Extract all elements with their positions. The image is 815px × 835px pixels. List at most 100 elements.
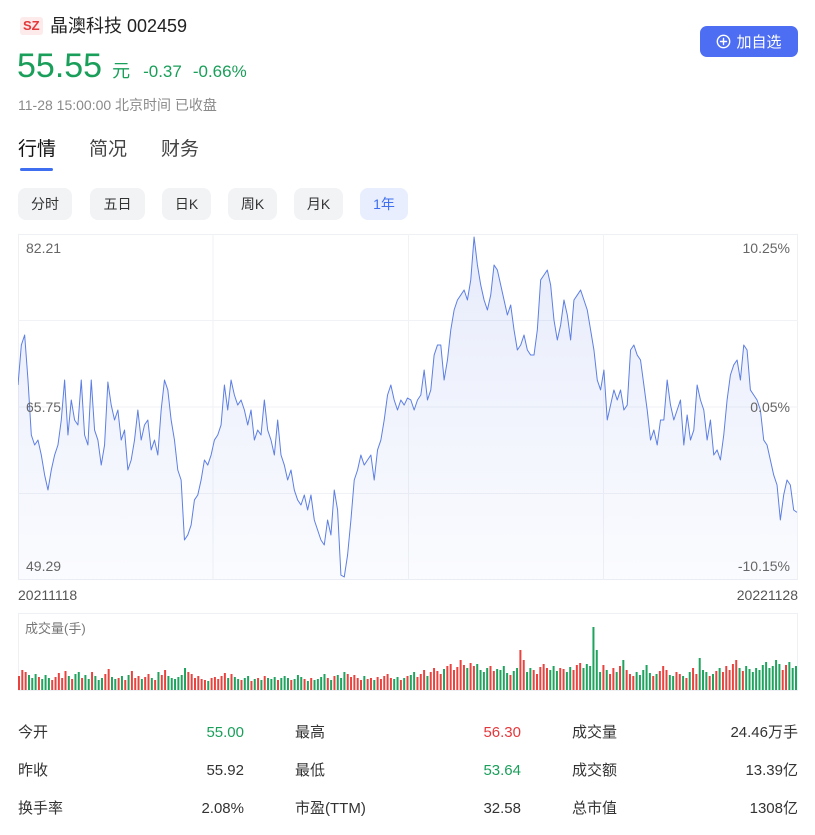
volume-bar bbox=[516, 668, 519, 690]
volume-bar bbox=[263, 676, 266, 690]
volume-bar bbox=[101, 678, 104, 690]
volume-bar bbox=[396, 677, 399, 690]
volume-bar bbox=[419, 674, 422, 690]
volume-bar bbox=[519, 650, 522, 690]
volume-bar bbox=[373, 680, 376, 690]
tab-financials[interactable]: 财务 bbox=[161, 137, 199, 163]
volume-bar bbox=[54, 677, 57, 690]
volume-bar bbox=[443, 669, 446, 690]
volume-bar bbox=[619, 666, 622, 690]
volume-bar bbox=[579, 663, 582, 690]
volume-bar bbox=[369, 678, 372, 690]
y-tick-label-left: 49.29 bbox=[26, 558, 62, 574]
volume-bar bbox=[526, 672, 529, 690]
stat-label: 最低 bbox=[295, 762, 326, 779]
volume-bar bbox=[94, 676, 97, 690]
price-change-percent: -0.66% bbox=[192, 62, 247, 81]
volume-bar bbox=[330, 680, 333, 690]
stat-low: 最低 53.64 bbox=[295, 762, 521, 780]
volume-bar bbox=[559, 668, 562, 690]
period-five-day-button[interactable]: 五日 bbox=[90, 188, 145, 220]
stat-label: 最高 bbox=[295, 724, 326, 741]
stat-value: 24.46万手 bbox=[730, 724, 798, 741]
volume-bar bbox=[662, 666, 665, 690]
volume-bar bbox=[154, 680, 157, 690]
volume-bar bbox=[655, 674, 658, 690]
volume-bar bbox=[715, 671, 718, 690]
volume-bar bbox=[731, 664, 734, 690]
volume-bar bbox=[622, 660, 625, 690]
volume-bar bbox=[51, 680, 54, 690]
volume-bar bbox=[44, 675, 47, 690]
stat-value: 55.00 bbox=[206, 724, 244, 741]
volume-bar bbox=[638, 675, 641, 690]
stat-value: 55.92 bbox=[206, 762, 244, 779]
volume-bar bbox=[625, 670, 628, 690]
volume-bar bbox=[240, 680, 243, 690]
quote-timestamp: 11-28 15:00:00 北京时间 已收盘 bbox=[18, 97, 217, 113]
volume-bar bbox=[552, 666, 555, 690]
volume-bar bbox=[167, 676, 170, 690]
period-weekly-k-button[interactable]: 周K bbox=[228, 188, 277, 220]
volume-bar bbox=[416, 677, 419, 690]
volume-bar bbox=[592, 627, 595, 690]
period-monthly-k-button[interactable]: 月K bbox=[294, 188, 343, 220]
volume-bar bbox=[350, 677, 353, 690]
volume-bar bbox=[230, 674, 233, 690]
stat-label: 今开 bbox=[18, 724, 49, 741]
volume-bar bbox=[336, 675, 339, 690]
volume-bar bbox=[366, 679, 369, 690]
stock-name: 晶澳科技 bbox=[50, 16, 122, 36]
volume-bar bbox=[190, 674, 193, 690]
add-to-watchlist-button[interactable]: 加自选 bbox=[700, 26, 798, 57]
volume-bar bbox=[765, 662, 768, 690]
y-tick-label-left: 82.21 bbox=[26, 240, 62, 256]
tab-overview[interactable]: 简况 bbox=[89, 137, 127, 163]
volume-bar bbox=[642, 670, 645, 690]
volume-bar bbox=[761, 665, 764, 690]
volume-bar bbox=[658, 671, 661, 690]
volume-bar bbox=[692, 668, 695, 690]
price-change: -0.37 bbox=[143, 62, 182, 81]
volume-bar bbox=[150, 678, 153, 690]
volume-bar bbox=[326, 678, 329, 690]
volume-bar bbox=[512, 671, 515, 690]
volume-bar bbox=[310, 678, 313, 690]
volume-bar bbox=[277, 680, 279, 690]
stat-pe-ttm: 市盈(TTM) 32.58 bbox=[295, 800, 521, 818]
volume-bar bbox=[213, 677, 216, 690]
volume-bar bbox=[539, 667, 542, 690]
volume-bar bbox=[104, 674, 107, 690]
volume-bar bbox=[27, 675, 30, 690]
period-one-year-button[interactable]: 1年 bbox=[360, 188, 408, 220]
volume-bar bbox=[164, 670, 167, 690]
stat-value: 1308亿 bbox=[749, 800, 798, 817]
period-intraday-button[interactable]: 分时 bbox=[18, 188, 72, 220]
volume-bar bbox=[273, 677, 276, 690]
volume-bar bbox=[353, 675, 356, 690]
volume-bar bbox=[253, 679, 256, 690]
price-chart[interactable] bbox=[18, 234, 798, 580]
period-daily-k-button[interactable]: 日K bbox=[162, 188, 211, 220]
volume-bar bbox=[665, 670, 668, 690]
volume-bar bbox=[486, 668, 489, 690]
volume-bar bbox=[170, 678, 173, 690]
volume-bar bbox=[788, 662, 791, 690]
volume-bar bbox=[64, 671, 67, 690]
volume-bar bbox=[37, 677, 40, 690]
volume-bar bbox=[635, 672, 638, 690]
volume-bar bbox=[137, 676, 140, 690]
volume-bar bbox=[200, 679, 203, 690]
volume-bar bbox=[499, 670, 502, 690]
volume-bar bbox=[34, 674, 37, 690]
tab-market[interactable]: 行情 bbox=[18, 137, 56, 163]
stock-title: 晶澳科技 002459 bbox=[50, 13, 187, 39]
volume-bar bbox=[718, 668, 721, 690]
volume-bar bbox=[84, 675, 87, 690]
volume-bar bbox=[479, 670, 482, 690]
volume-bar bbox=[645, 665, 648, 690]
volume-bar bbox=[160, 675, 163, 690]
volume-bar bbox=[575, 665, 578, 690]
volume-bar bbox=[609, 674, 612, 690]
volume-bar bbox=[721, 672, 724, 690]
